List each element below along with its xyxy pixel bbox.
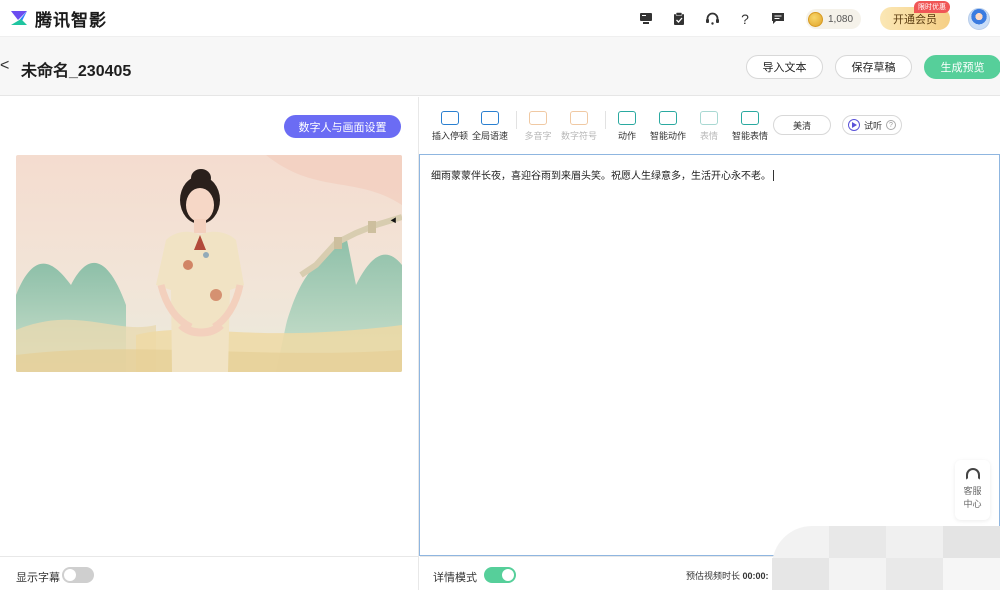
headset-icon [965,468,980,480]
vip-promo-badge: 限时优惠 [914,1,950,13]
expression-icon [700,111,718,125]
tool-smart-action[interactable]: 智能动作 [646,111,690,142]
preview-panel: 数字人与画面设置 [0,97,419,556]
back-icon[interactable]: < [0,57,9,75]
estimated-duration: 预估视频时长 00:00: [686,569,769,582]
detail-mode-label: 详情模式 [433,572,477,584]
generate-preview-button[interactable]: 生成预览 [924,55,1000,79]
voice-select-button[interactable]: 美清 [773,115,831,135]
tool-label: 动作 [617,131,636,141]
tool-label: 插入停顿 [431,131,468,141]
customer-service-button[interactable]: 客服 中心 [955,460,990,520]
speedometer-icon [481,111,499,125]
save-draft-button[interactable]: 保存草稿 [835,55,912,79]
play-icon [847,119,860,131]
service-label-line2: 中心 [963,499,982,509]
import-text-button[interactable]: 导入文本 [746,55,823,79]
script-text[interactable]: 细雨蒙蒙伴长夜，喜迎谷雨到来眉头笑。祝愿人生绿意多，生活开心永不老。 [431,167,774,182]
tool-action[interactable]: 动作 [605,111,649,142]
duration-value: 00:00: [742,571,769,581]
listen-button[interactable]: 试听 ? [842,115,902,135]
tool-label: 多音字 [524,131,552,141]
nav-icon-group: ? [636,0,801,37]
preview-image [16,155,402,372]
toggle-knob [502,569,514,581]
coin-icon [808,11,823,27]
monitor-icon[interactable] [636,9,656,29]
subtitle-toggle-label: 显示字幕 [16,572,60,584]
service-label-line1: 客服 [963,486,982,496]
top-nav: 腾讯智影 ? 1,080 开通会员 限时优惠 [0,0,1000,37]
coin-balance[interactable]: 1,080 [806,9,862,29]
left-footer: 显示字幕 [0,556,419,590]
tool-expression[interactable]: 表情 [687,111,731,142]
help-icon[interactable]: ? [735,9,755,29]
number-icon [570,111,588,125]
tool-label: 数字符号 [560,131,597,141]
tool-label: 智能动作 [649,131,686,141]
page-title[interactable]: 未命名_230405 [21,57,131,81]
blurred-overlay [772,526,1000,590]
message-icon[interactable] [768,9,788,29]
headset-icon[interactable] [702,9,722,29]
text-caret [773,170,774,181]
tool-insert-pause[interactable]: 插入停顿 [428,111,472,142]
clipboard-icon[interactable] [669,9,689,29]
editor-header: < 未命名_230405 导入文本 保存草稿 生成预览 [0,37,1000,96]
tool-polyphone[interactable]: 多音字 [516,111,560,142]
tool-smart-expression[interactable]: 智能表情 [728,111,772,142]
text-toolbar: 插入停顿 全局语速 多音字 数字符号 动作 智能动作 表情 智能表情 美清 试听… [420,97,1000,154]
coin-count: 1,080 [828,13,854,25]
smart-expression-icon [741,111,759,125]
toggle-knob [64,569,76,581]
tool-label: 表情 [699,131,718,141]
action-icon [618,111,636,125]
script-content: 细雨蒙蒙伴长夜，喜迎谷雨到来眉头笑。祝愿人生绿意多，生活开心永不老。 [431,171,771,182]
logo-icon [11,11,27,25]
avatar-scene-settings-button[interactable]: 数字人与画面设置 [284,115,401,138]
detail-mode-toggle[interactable] [484,567,516,583]
avatar[interactable] [968,8,990,30]
tool-number-symbol[interactable]: 数字符号 [557,111,601,142]
logo[interactable]: 腾讯智影 [9,6,107,31]
subtitle-toggle[interactable] [62,567,94,583]
digital-human-preview [16,155,402,372]
app-name: 腾讯智影 [35,10,107,31]
tool-label: 智能表情 [731,131,768,141]
pinyin-icon [529,111,547,125]
script-editor[interactable]: 细雨蒙蒙伴长夜，喜迎谷雨到来眉头笑。祝愿人生绿意多，生活开心永不老。 [419,154,1000,556]
duration-label: 预估视频时长 [686,571,741,581]
smart-action-icon [659,111,677,125]
question-icon[interactable]: ? [886,120,896,130]
pause-icon [441,111,459,125]
listen-label: 试听 [863,120,882,131]
tool-label: 全局语速 [471,131,508,141]
tool-global-speed[interactable]: 全局语速 [468,111,512,142]
